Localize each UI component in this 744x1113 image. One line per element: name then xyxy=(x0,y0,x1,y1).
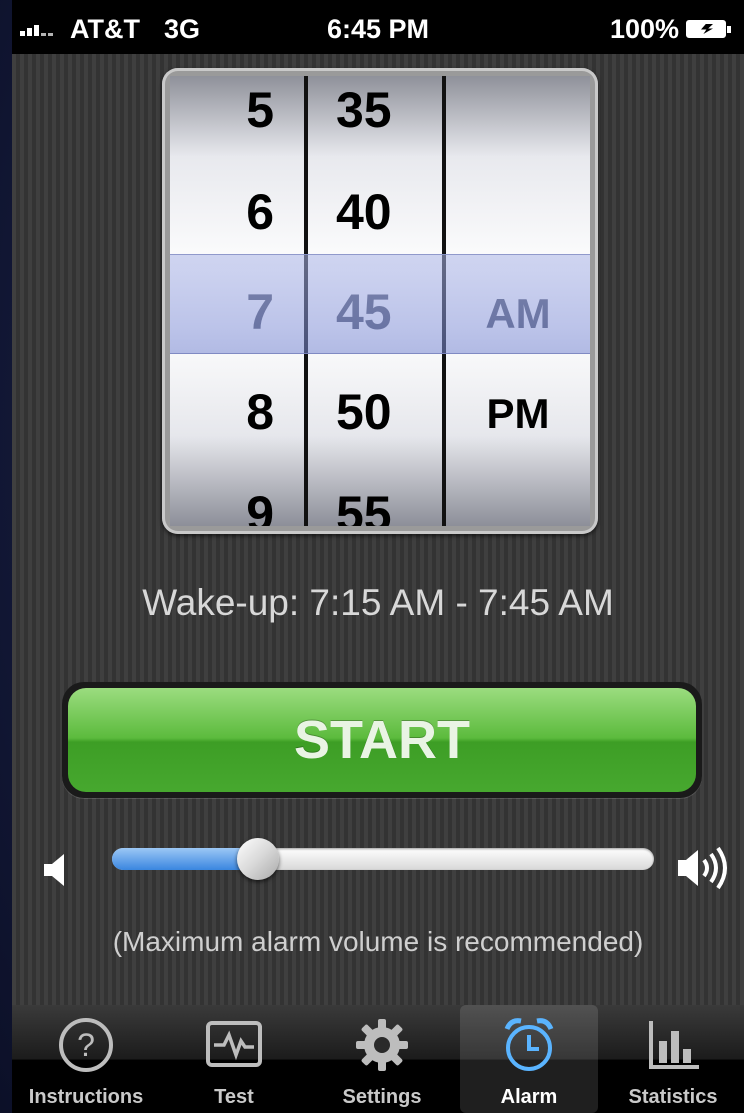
minute-option[interactable]: 35 xyxy=(308,76,442,160)
question-circle-icon: ? xyxy=(56,1015,116,1075)
gear-icon xyxy=(352,1015,412,1075)
time-picker[interactable]: 5 6 7 8 9 35 40 45 50 55 AM PM xyxy=(162,68,598,534)
tab-label: Statistics xyxy=(628,1086,718,1108)
alarm-clock-icon xyxy=(499,1015,559,1075)
bar-chart-icon xyxy=(643,1015,703,1075)
hour-option[interactable]: 9 xyxy=(170,464,304,526)
tab-label: Settings xyxy=(342,1086,422,1108)
tab-label: Alarm xyxy=(500,1086,558,1108)
hour-option[interactable]: 8 xyxy=(170,362,304,462)
minute-option[interactable]: 50 xyxy=(308,362,442,462)
hour-wheel[interactable]: 5 6 7 8 9 xyxy=(170,76,304,526)
svg-text:?: ? xyxy=(77,1027,95,1063)
phone-screen: AT&T 3G 6:45 PM 100% 5 6 7 8 9 35 40 45 … xyxy=(12,0,744,1113)
ampm-wheel[interactable]: AM PM xyxy=(446,76,590,526)
wakeup-window-text: Wake-up: 7:15 AM - 7:45 AM xyxy=(142,582,614,623)
volume-low-icon xyxy=(42,852,72,893)
tab-bar: ? Instructions Test Settings Alarm Stati… xyxy=(12,1005,744,1113)
status-bar: AT&T 3G 6:45 PM 100% xyxy=(12,0,744,54)
volume-recommendation-note: (Maximum alarm volume is recommended) xyxy=(112,926,644,957)
tab-test[interactable]: Test xyxy=(160,1005,308,1113)
minute-option[interactable]: 55 xyxy=(308,464,442,526)
minute-option-selected[interactable]: 45 xyxy=(308,262,442,362)
tab-instructions[interactable]: ? Instructions xyxy=(12,1005,160,1113)
tab-label: Instructions xyxy=(28,1086,144,1108)
start-button-frame: START xyxy=(62,682,702,798)
heartbeat-icon xyxy=(204,1015,264,1075)
tab-statistics[interactable]: Statistics xyxy=(602,1005,744,1113)
minute-option[interactable]: 40 xyxy=(308,162,442,262)
battery-icon xyxy=(686,20,731,38)
hour-option[interactable]: 5 xyxy=(170,76,304,160)
hour-option[interactable]: 6 xyxy=(170,162,304,262)
volume-slider[interactable] xyxy=(112,838,654,880)
volume-high-icon xyxy=(676,842,732,899)
tab-alarm[interactable]: Alarm xyxy=(460,1005,598,1113)
start-button[interactable]: START xyxy=(68,688,696,792)
minute-wheel[interactable]: 35 40 45 50 55 xyxy=(308,76,442,526)
volume-slider-thumb[interactable] xyxy=(237,838,280,880)
ampm-option[interactable]: PM xyxy=(446,364,590,464)
battery-percent: 100% xyxy=(610,14,680,44)
ampm-option-selected[interactable]: AM xyxy=(446,264,590,364)
tab-label: Test xyxy=(214,1086,254,1108)
tab-settings[interactable]: Settings xyxy=(308,1005,456,1113)
hour-option-selected[interactable]: 7 xyxy=(170,262,304,362)
